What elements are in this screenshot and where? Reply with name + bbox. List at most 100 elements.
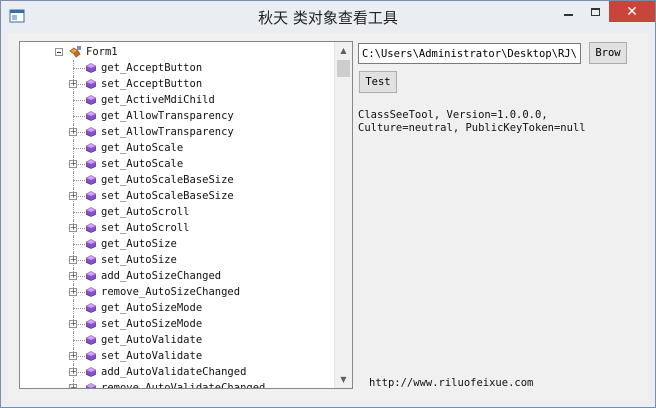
- tree-node[interactable]: get_AutoScale: [20, 140, 336, 156]
- expand-icon[interactable]: +: [69, 320, 77, 328]
- tree-branch-line: [73, 68, 85, 69]
- tree-node-label: get_AutoSize: [101, 238, 177, 250]
- tree-node-label: get_ActiveMdiChild: [101, 94, 215, 106]
- tree-node-label: get_AutoScaleBaseSize: [101, 174, 234, 186]
- title-bar[interactable]: 秋天 类对象查看工具 ✕: [1, 1, 655, 33]
- member-tree-view[interactable]: Form1 get_AcceptButton + set_AcceptButtong…: [19, 41, 353, 389]
- expand-icon[interactable]: +: [69, 368, 77, 376]
- tree-node-label: get_AutoValidate: [101, 334, 203, 346]
- tree-node[interactable]: get_AcceptButton: [20, 60, 336, 76]
- tree-node-label: get_AutoScale: [101, 142, 184, 154]
- method-icon: [86, 271, 96, 281]
- method-icon: [86, 255, 96, 265]
- method-icon: [86, 383, 96, 388]
- tree-node-label: set_AutoValidate: [101, 350, 203, 362]
- tree-node-label: set_AutoScaleBaseSize: [101, 190, 234, 202]
- tree-node-label: set_AutoSizeMode: [101, 318, 203, 330]
- method-icon: [86, 95, 96, 105]
- expand-icon[interactable]: +: [69, 288, 77, 296]
- tree-node-label: set_AllowTransparency: [101, 126, 234, 138]
- tree-branch-line: [73, 244, 85, 245]
- tree-node[interactable]: + remove_AutoSizeChanged: [20, 284, 336, 300]
- maximize-icon: [591, 7, 600, 16]
- tree-root-label: Form1: [86, 46, 118, 58]
- tree-node[interactable]: + remove_AutoValidateChanged: [20, 380, 336, 389]
- tree-node-label: set_AutoSize: [101, 254, 177, 266]
- expand-icon[interactable]: +: [69, 160, 77, 168]
- tree-node[interactable]: + set_AutoSizeMode: [20, 316, 336, 332]
- tree-node-label: get_AutoSizeMode: [101, 302, 203, 314]
- method-icon: [86, 143, 96, 153]
- tree-node[interactable]: + add_AutoValidateChanged: [20, 364, 336, 380]
- expand-icon[interactable]: +: [69, 272, 77, 280]
- tree-node-label: set_AutoScroll: [101, 222, 190, 234]
- expand-icon[interactable]: +: [69, 192, 77, 200]
- scroll-thumb[interactable]: [337, 60, 350, 77]
- tree-branch-line: [73, 388, 85, 389]
- tree-node[interactable]: + set_AllowTransparency: [20, 124, 336, 140]
- tree-node[interactable]: get_AutoSizeMode: [20, 300, 336, 316]
- tree-node-label: remove_AutoValidateChanged: [101, 382, 266, 389]
- method-icon: [86, 175, 96, 185]
- maximize-button[interactable]: [582, 1, 609, 22]
- scroll-down-icon[interactable]: ▼: [335, 371, 352, 388]
- class-icon: [69, 46, 81, 58]
- tree-node[interactable]: get_AutoScroll: [20, 204, 336, 220]
- tree-node[interactable]: + set_AcceptButton: [20, 76, 336, 92]
- website-link[interactable]: http://www.riluofeixue.com: [369, 377, 533, 389]
- tree-node-label: add_AutoSizeChanged: [101, 270, 222, 282]
- tree-root-node[interactable]: Form1: [20, 44, 336, 60]
- method-icon: [86, 207, 96, 217]
- tree-node[interactable]: get_AllowTransparency: [20, 108, 336, 124]
- method-icon: [86, 63, 96, 73]
- assembly-info-text: ClassSeeTool, Version=1.0.0.0, Culture=n…: [358, 109, 586, 134]
- expand-icon[interactable]: +: [69, 352, 77, 360]
- app-window: 秋天 类对象查看工具 ✕ Form1 get_AcceptButton + set_…: [0, 0, 656, 408]
- browse-button[interactable]: Brow: [589, 42, 627, 64]
- tree-branch-line: [73, 212, 85, 213]
- method-icon: [86, 223, 96, 233]
- tree-scrollbar[interactable]: ▲ ▼: [334, 42, 352, 388]
- tree-node[interactable]: + set_AutoScale: [20, 156, 336, 172]
- tree-content: Form1 get_AcceptButton + set_AcceptButtong…: [20, 44, 336, 389]
- tree-branch-line: [73, 100, 85, 101]
- close-icon: ✕: [626, 3, 638, 20]
- tree-node[interactable]: + set_AutoSize: [20, 252, 336, 268]
- tree-node[interactable]: get_ActiveMdiChild: [20, 92, 336, 108]
- close-button[interactable]: ✕: [609, 1, 655, 22]
- tree-node-label: get_AllowTransparency: [101, 110, 234, 122]
- client-area: Form1 get_AcceptButton + set_AcceptButtong…: [7, 33, 649, 401]
- tree-node[interactable]: + set_AutoScaleBaseSize: [20, 188, 336, 204]
- expand-icon[interactable]: +: [69, 128, 77, 136]
- method-icon: [86, 191, 96, 201]
- test-button[interactable]: Test: [359, 71, 397, 93]
- tree-node-label: set_AutoScale: [101, 158, 184, 170]
- method-icon: [86, 159, 96, 169]
- method-icon: [86, 351, 96, 361]
- method-icon: [86, 79, 96, 89]
- tree-node-label: get_AutoScroll: [101, 206, 190, 218]
- path-input[interactable]: [358, 43, 581, 64]
- method-icon: [86, 287, 96, 297]
- minimize-button[interactable]: [554, 1, 582, 22]
- tree-node[interactable]: get_AutoSize: [20, 236, 336, 252]
- tree-node[interactable]: get_AutoValidate: [20, 332, 336, 348]
- tree-node[interactable]: + set_AutoValidate: [20, 348, 336, 364]
- method-icon: [86, 319, 96, 329]
- tree-branch-line: [73, 148, 85, 149]
- method-icon: [86, 239, 96, 249]
- method-icon: [86, 111, 96, 121]
- expand-icon[interactable]: +: [69, 224, 77, 232]
- tree-node-label: get_AcceptButton: [101, 62, 203, 74]
- expand-icon[interactable]: +: [69, 384, 77, 388]
- tree-node[interactable]: + set_AutoScroll: [20, 220, 336, 236]
- minimize-icon: [563, 13, 573, 16]
- scroll-up-icon[interactable]: ▲: [335, 42, 352, 59]
- tree-branch-line: [73, 116, 85, 117]
- collapse-icon[interactable]: [55, 48, 63, 56]
- tree-node[interactable]: get_AutoScaleBaseSize: [20, 172, 336, 188]
- tree-node[interactable]: + add_AutoSizeChanged: [20, 268, 336, 284]
- expand-icon[interactable]: +: [69, 256, 77, 264]
- tree-node-label: set_AcceptButton: [101, 78, 203, 90]
- expand-icon[interactable]: +: [69, 80, 77, 88]
